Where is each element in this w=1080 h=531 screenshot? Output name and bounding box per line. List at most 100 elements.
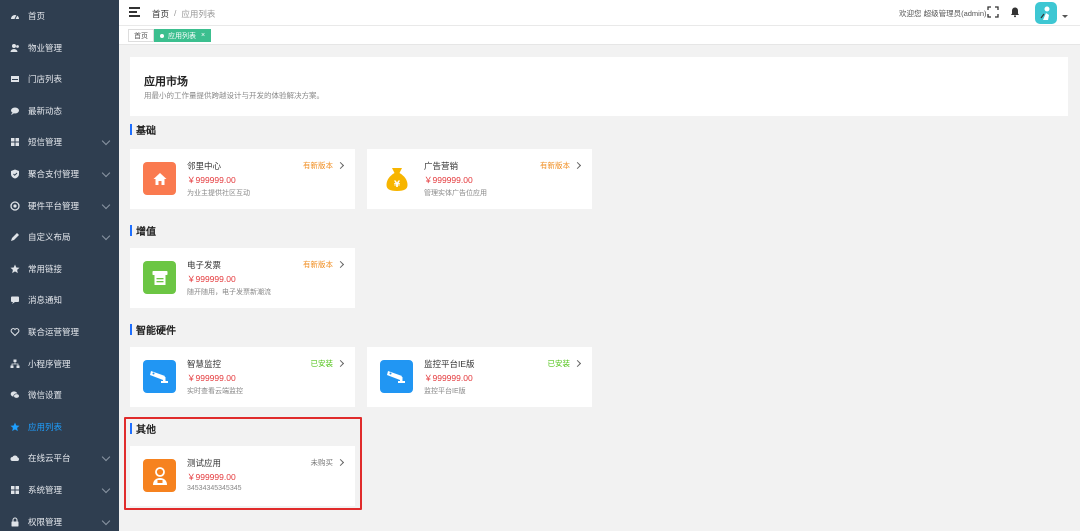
app-status-text: 已安装 bbox=[547, 359, 571, 368]
app-card[interactable]: 电子发票 ￥999999.00 随开随用，电子发票新潮流 有新版本 bbox=[130, 248, 355, 308]
chevron-right-icon bbox=[573, 359, 582, 368]
menu-toggle-icon[interactable] bbox=[129, 7, 140, 17]
section-title: 其他 bbox=[130, 421, 156, 436]
sidebar-item[interactable]: 小程序管理 bbox=[0, 348, 119, 380]
sidebar-item-label: 门店列表 bbox=[28, 74, 63, 85]
main-content: 应用市场 用最小的工作量提供跨越设计与开发的体验解决方案。 基础 邻里中心 ￥999… bbox=[119, 46, 1080, 531]
breadcrumb-home[interactable]: 首页 bbox=[152, 8, 169, 20]
section-title-bar bbox=[130, 423, 132, 434]
message-icon bbox=[10, 295, 20, 305]
app-status-link[interactable]: 有新版本 bbox=[540, 160, 582, 171]
sidebar-item-label: 首页 bbox=[28, 11, 46, 21]
app-status-text: 未购买 bbox=[310, 458, 334, 467]
users-icon bbox=[10, 43, 20, 53]
chevron-right-icon bbox=[336, 260, 345, 269]
app-status-text: 有新版本 bbox=[540, 161, 570, 170]
app-price: ￥999999.00 bbox=[187, 175, 236, 185]
chevron-down-icon bbox=[101, 137, 111, 146]
sidebar-item[interactable]: 物业管理 bbox=[0, 32, 119, 64]
sidebar-item-label: 聚合支付管理 bbox=[28, 169, 80, 179]
welcome-text: 欢迎您 超级管理员(admin) bbox=[899, 9, 987, 18]
app-name: 广告营销 bbox=[424, 161, 459, 171]
app-card[interactable]: 智慧监控 ￥999999.00 实时查看云端监控 已安装 bbox=[130, 347, 355, 407]
sidebar-item[interactable]: 消息通知 bbox=[0, 284, 119, 316]
section-title-text: 其他 bbox=[136, 425, 156, 436]
sidebar-item[interactable]: 最新动态 bbox=[0, 95, 119, 127]
section-title: 增值 bbox=[130, 223, 156, 238]
sidebar-item-label: 物业管理 bbox=[28, 42, 63, 53]
cloud-icon bbox=[10, 453, 20, 463]
chat-icon bbox=[10, 106, 20, 116]
fullscreen-icon[interactable] bbox=[987, 6, 999, 18]
app-card[interactable]: 监控平台IE版 ￥999999.00 监控平台IE版 已安装 bbox=[367, 347, 592, 407]
app-card[interactable]: 邻里中心 ￥999999.00 为业主提供社区互动 有新版本 bbox=[130, 149, 355, 209]
sidebar-item-label: 应用列表 bbox=[28, 421, 63, 432]
app-price: ￥999999.00 bbox=[187, 274, 236, 284]
sidebar-item[interactable]: 微信设置 bbox=[0, 379, 119, 411]
avatar[interactable] bbox=[1035, 2, 1057, 24]
chevron-down-icon bbox=[101, 453, 111, 462]
svg-text:¥: ¥ bbox=[393, 180, 400, 190]
app-status-link[interactable]: 已安装 bbox=[547, 358, 582, 369]
sidebar-item[interactable]: 应用列表 bbox=[0, 411, 119, 443]
sidebar-item[interactable]: 系统管理 bbox=[0, 474, 119, 506]
sidebar-item-label: 小程序管理 bbox=[28, 358, 71, 369]
sidebar-item[interactable]: 权限管理 bbox=[0, 506, 119, 531]
sidebar-item-label: 自定义布局 bbox=[28, 232, 71, 243]
app-status-text: 有新版本 bbox=[303, 260, 333, 269]
user-dropdown-caret-icon[interactable] bbox=[1062, 15, 1068, 18]
app-name: 邻里中心 bbox=[187, 161, 222, 171]
app-status-link[interactable]: 有新版本 bbox=[303, 259, 345, 270]
app-card[interactable]: ¥ 广告营销 ￥999999.00 管理实体广告位应用 有新版本 bbox=[367, 149, 592, 209]
sidebar-item[interactable]: 在线云平台 bbox=[0, 442, 119, 474]
sidebar: 首页物业管理门店列表最新动态短信管理聚合支付管理硬件平台管理自定义布局常用链接消… bbox=[0, 0, 119, 531]
chevron-down-icon bbox=[101, 231, 111, 241]
sidebar-item[interactable]: 硬件平台管理 bbox=[0, 190, 119, 222]
sidebar-item[interactable]: 门店列表 bbox=[0, 63, 119, 95]
sidebar-item[interactable]: 常用链接 bbox=[0, 253, 119, 285]
app-description: 监控平台IE版 bbox=[424, 388, 466, 395]
bell-icon[interactable] bbox=[1009, 6, 1021, 18]
chevron-down-icon bbox=[101, 516, 111, 525]
tab-app-list[interactable]: 应用列表 × bbox=[154, 29, 212, 42]
tab-home[interactable]: 首页 bbox=[128, 29, 154, 42]
page-subtitle: 用最小的工作量提供跨越设计与开发的体验解决方案。 bbox=[144, 91, 324, 100]
sidebar-item-label: 短信管理 bbox=[28, 137, 63, 148]
section-title: 智能硬件 bbox=[130, 322, 176, 337]
sidebar-item-label: 权限管理 bbox=[28, 516, 63, 527]
sidebar-item-label: 常用链接 bbox=[28, 263, 63, 274]
app-price: ￥999999.00 bbox=[187, 472, 236, 482]
section-title-bar bbox=[130, 225, 132, 236]
dashboard-icon bbox=[10, 11, 20, 21]
avatar-figure-icon bbox=[1040, 6, 1050, 20]
sidebar-item[interactable]: 首页 bbox=[0, 0, 119, 32]
sidebar-item[interactable]: 短信管理 bbox=[0, 126, 119, 158]
chevron-right-icon bbox=[573, 161, 582, 170]
sidebar-item[interactable]: 联合运营管理 bbox=[0, 316, 119, 348]
page-title: 应用市场 bbox=[144, 76, 188, 88]
sidebar-item-label: 微信设置 bbox=[28, 390, 63, 401]
top-header: 首页 / 应用列表 欢迎您 超级管理员(admin) bbox=[119, 0, 1080, 26]
app-status-text: 有新版本 bbox=[303, 161, 333, 170]
wechat-icon bbox=[10, 390, 20, 400]
store-icon bbox=[10, 74, 20, 84]
sitemap-icon bbox=[10, 359, 20, 369]
app-card[interactable]: 测试应用 ￥999999.00 34534345345345 未购买 bbox=[130, 446, 355, 506]
tab-close-icon[interactable]: × bbox=[201, 32, 205, 39]
section-title-text: 智能硬件 bbox=[136, 326, 176, 337]
app-status-link[interactable]: 有新版本 bbox=[303, 160, 345, 171]
heart-icon bbox=[10, 327, 20, 337]
chevron-right-icon bbox=[336, 161, 345, 170]
app-description: 34534345345345 bbox=[187, 485, 242, 492]
app-status-link[interactable]: 未购买 bbox=[310, 457, 345, 468]
sidebar-item[interactable]: 聚合支付管理 bbox=[0, 158, 119, 190]
invoice-icon bbox=[143, 261, 176, 294]
breadcrumb-current: 应用列表 bbox=[181, 9, 216, 19]
tab-home-label: 首页 bbox=[134, 32, 148, 40]
app-status-link[interactable]: 已安装 bbox=[311, 358, 345, 369]
sidebar-item[interactable]: 自定义布局 bbox=[0, 221, 119, 253]
grid-icon bbox=[10, 137, 20, 147]
intro-card: 应用市场 用最小的工作量提供跨越设计与开发的体验解决方案。 bbox=[130, 57, 1068, 116]
chevron-right-icon bbox=[336, 359, 345, 368]
app-description: 随开随用，电子发票新潮流 bbox=[187, 289, 271, 296]
